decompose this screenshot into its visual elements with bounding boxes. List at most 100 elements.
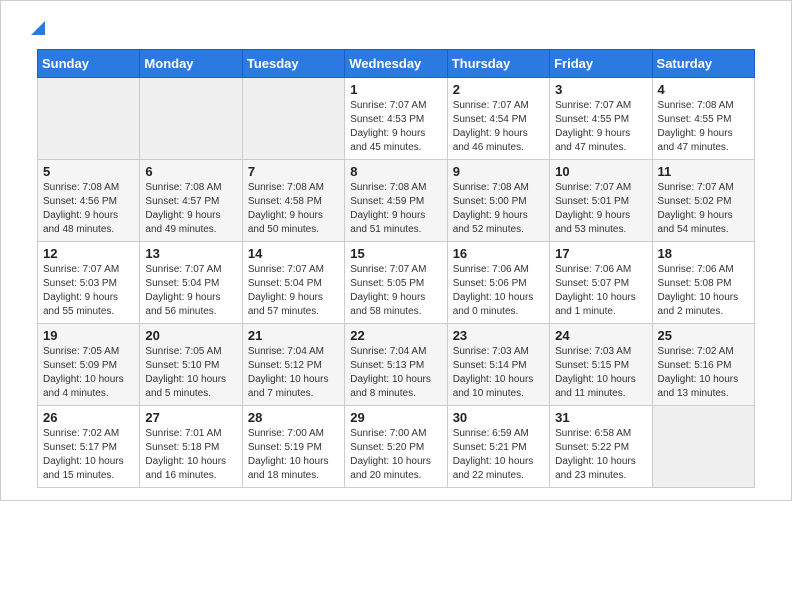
header	[1, 1, 791, 49]
day-info: Sunrise: 7:07 AM Sunset: 5:04 PM Dayligh…	[145, 263, 236, 319]
day-info: Sunrise: 7:07 AM Sunset: 4:54 PM Dayligh…	[453, 99, 544, 155]
weekday-friday: Friday	[550, 50, 652, 78]
day-number: 3	[555, 82, 646, 97]
weekday-tuesday: Tuesday	[242, 50, 344, 78]
day-number: 6	[145, 164, 236, 179]
calendar-cell: 20 Sunrise: 7:05 AM Sunset: 5:10 PM Dayli…	[140, 324, 242, 406]
day-number: 18	[658, 246, 749, 261]
week-row-1: 1 Sunrise: 7:07 AM Sunset: 4:53 PM Daylig…	[38, 78, 755, 160]
day-info: Sunrise: 7:06 AM Sunset: 5:08 PM Dayligh…	[658, 263, 749, 319]
calendar-cell	[38, 78, 140, 160]
calendar-cell: 19Sunrise: 7:05 AM Sunset: 5:09 PM Dayli…	[38, 324, 140, 406]
calendar-cell	[140, 78, 242, 160]
day-info: Sunrise: 7:01 AM Sunset: 5:18 PM Dayligh…	[145, 427, 236, 483]
calendar-cell: 31Sunrise: 6:58 AM Sunset: 5:22 PM Dayli…	[550, 406, 652, 488]
calendar-cell	[242, 78, 344, 160]
day-number: 21	[248, 328, 339, 343]
day-number: 30	[453, 410, 544, 425]
calendar-cell: 4 Sunrise: 7:08 AM Sunset: 4:55 PM Daylig…	[652, 78, 754, 160]
day-number: 29	[350, 410, 441, 425]
day-info: Sunrise: 7:04 AM Sunset: 5:13 PM Dayligh…	[350, 345, 441, 401]
day-info: Sunrise: 7:06 AM Sunset: 5:06 PM Dayligh…	[453, 263, 544, 319]
day-number: 27	[145, 410, 236, 425]
day-number: 24	[555, 328, 646, 343]
day-number: 9	[453, 164, 544, 179]
day-info: Sunrise: 7:08 AM Sunset: 5:00 PM Dayligh…	[453, 181, 544, 237]
week-row-2: 5Sunrise: 7:08 AM Sunset: 4:56 PM Daylig…	[38, 160, 755, 242]
weekday-saturday: Saturday	[652, 50, 754, 78]
logo	[25, 19, 49, 39]
day-info: Sunrise: 7:08 AM Sunset: 4:57 PM Dayligh…	[145, 181, 236, 237]
logo-icon	[27, 17, 49, 39]
day-info: Sunrise: 7:06 AM Sunset: 5:07 PM Dayligh…	[555, 263, 646, 319]
day-info: Sunrise: 7:02 AM Sunset: 5:17 PM Dayligh…	[43, 427, 134, 483]
week-row-5: 26 Sunrise: 7:02 AM Sunset: 5:17 PM Dayli…	[38, 406, 755, 488]
day-number: 17	[555, 246, 646, 261]
day-number: 12	[43, 246, 134, 261]
day-info: Sunrise: 7:08 AM Sunset: 4:56 PM Dayligh…	[43, 181, 134, 237]
weekday-header-row: SundayMondayTuesdayWednesdayThursdayFrid…	[38, 50, 755, 78]
day-info: Sunrise: 7:07 AM Sunset: 5:01 PM Dayligh…	[555, 181, 646, 237]
day-number: 8	[350, 164, 441, 179]
calendar-table: SundayMondayTuesdayWednesdayThursdayFrid…	[37, 49, 755, 488]
calendar-cell: 27 Sunrise: 7:01 AM Sunset: 5:18 PM Dayli…	[140, 406, 242, 488]
day-number: 4	[658, 82, 749, 97]
page: SundayMondayTuesdayWednesdayThursdayFrid…	[0, 0, 792, 501]
calendar-cell: 10 Sunrise: 7:07 AM Sunset: 5:01 PM Dayli…	[550, 160, 652, 242]
day-info: Sunrise: 7:04 AM Sunset: 5:12 PM Dayligh…	[248, 345, 339, 401]
day-number: 2	[453, 82, 544, 97]
week-row-3: 12 Sunrise: 7:07 AM Sunset: 5:03 PM Dayli…	[38, 242, 755, 324]
calendar-cell: 25 Sunrise: 7:02 AM Sunset: 5:16 PM Dayli…	[652, 324, 754, 406]
day-number: 15	[350, 246, 441, 261]
calendar-cell: 3 Sunrise: 7:07 AM Sunset: 4:55 PM Daylig…	[550, 78, 652, 160]
day-number: 14	[248, 246, 339, 261]
day-info: Sunrise: 7:02 AM Sunset: 5:16 PM Dayligh…	[658, 345, 749, 401]
day-number: 25	[658, 328, 749, 343]
day-info: Sunrise: 7:07 AM Sunset: 4:55 PM Dayligh…	[555, 99, 646, 155]
calendar-cell: 11Sunrise: 7:07 AM Sunset: 5:02 PM Dayli…	[652, 160, 754, 242]
calendar-cell: 28Sunrise: 7:00 AM Sunset: 5:19 PM Dayli…	[242, 406, 344, 488]
day-info: Sunrise: 7:07 AM Sunset: 4:53 PM Dayligh…	[350, 99, 441, 155]
calendar-cell: 17 Sunrise: 7:06 AM Sunset: 5:07 PM Dayli…	[550, 242, 652, 324]
day-info: Sunrise: 6:58 AM Sunset: 5:22 PM Dayligh…	[555, 427, 646, 483]
calendar-wrapper: SundayMondayTuesdayWednesdayThursdayFrid…	[1, 49, 791, 500]
week-row-4: 19Sunrise: 7:05 AM Sunset: 5:09 PM Dayli…	[38, 324, 755, 406]
day-info: Sunrise: 6:59 AM Sunset: 5:21 PM Dayligh…	[453, 427, 544, 483]
calendar-cell: 22 Sunrise: 7:04 AM Sunset: 5:13 PM Dayli…	[345, 324, 447, 406]
day-number: 13	[145, 246, 236, 261]
day-number: 7	[248, 164, 339, 179]
day-info: Sunrise: 7:08 AM Sunset: 4:58 PM Dayligh…	[248, 181, 339, 237]
day-number: 28	[248, 410, 339, 425]
calendar-cell: 24 Sunrise: 7:03 AM Sunset: 5:15 PM Dayli…	[550, 324, 652, 406]
day-info: Sunrise: 7:07 AM Sunset: 5:02 PM Dayligh…	[658, 181, 749, 237]
day-number: 22	[350, 328, 441, 343]
calendar-cell: 23 Sunrise: 7:03 AM Sunset: 5:14 PM Dayli…	[447, 324, 549, 406]
calendar-cell: 2 Sunrise: 7:07 AM Sunset: 4:54 PM Daylig…	[447, 78, 549, 160]
weekday-sunday: Sunday	[38, 50, 140, 78]
day-info: Sunrise: 7:08 AM Sunset: 4:59 PM Dayligh…	[350, 181, 441, 237]
weekday-monday: Monday	[140, 50, 242, 78]
day-info: Sunrise: 7:07 AM Sunset: 5:03 PM Dayligh…	[43, 263, 134, 319]
day-info: Sunrise: 7:05 AM Sunset: 5:10 PM Dayligh…	[145, 345, 236, 401]
weekday-thursday: Thursday	[447, 50, 549, 78]
day-number: 23	[453, 328, 544, 343]
calendar-cell: 29Sunrise: 7:00 AM Sunset: 5:20 PM Dayli…	[345, 406, 447, 488]
weekday-wednesday: Wednesday	[345, 50, 447, 78]
calendar-cell: 8 Sunrise: 7:08 AM Sunset: 4:59 PM Daylig…	[345, 160, 447, 242]
day-info: Sunrise: 7:05 AM Sunset: 5:09 PM Dayligh…	[43, 345, 134, 401]
day-info: Sunrise: 7:07 AM Sunset: 5:05 PM Dayligh…	[350, 263, 441, 319]
calendar-cell: 16 Sunrise: 7:06 AM Sunset: 5:06 PM Dayli…	[447, 242, 549, 324]
calendar-cell	[652, 406, 754, 488]
calendar-cell: 1 Sunrise: 7:07 AM Sunset: 4:53 PM Daylig…	[345, 78, 447, 160]
calendar-cell: 7 Sunrise: 7:08 AM Sunset: 4:58 PM Daylig…	[242, 160, 344, 242]
calendar-cell: 21 Sunrise: 7:04 AM Sunset: 5:12 PM Dayli…	[242, 324, 344, 406]
day-info: Sunrise: 7:03 AM Sunset: 5:14 PM Dayligh…	[453, 345, 544, 401]
day-number: 1	[350, 82, 441, 97]
day-number: 20	[145, 328, 236, 343]
day-number: 10	[555, 164, 646, 179]
calendar-cell: 30 Sunrise: 6:59 AM Sunset: 5:21 PM Dayli…	[447, 406, 549, 488]
day-number: 16	[453, 246, 544, 261]
day-info: Sunrise: 7:03 AM Sunset: 5:15 PM Dayligh…	[555, 345, 646, 401]
day-info: Sunrise: 7:08 AM Sunset: 4:55 PM Dayligh…	[658, 99, 749, 155]
day-number: 26	[43, 410, 134, 425]
